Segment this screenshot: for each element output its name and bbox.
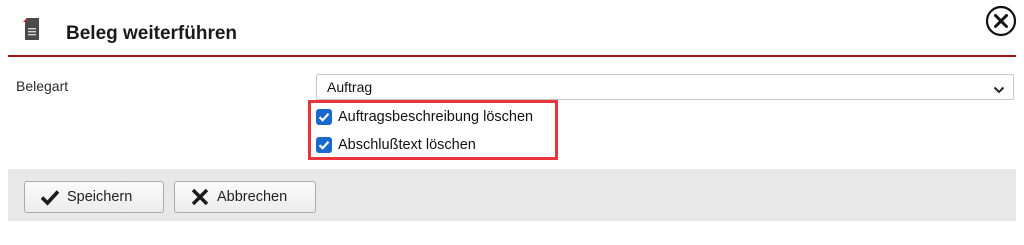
close-icon[interactable] [985,5,1017,37]
checkmark-icon [40,188,60,206]
belegart-select[interactable]: Auftrag [316,74,1014,100]
dialog-title: Beleg weiterführen [66,23,238,44]
cancel-button-label: Abbrechen [217,189,288,205]
option-abschlusstext-loeschen[interactable]: Abschlußtext löschen [316,135,476,155]
header-divider [8,55,1016,57]
option-label: Auftragsbeschreibung löschen [338,109,534,125]
dialog-header: Beleg weiterführen [0,0,1024,56]
dialog-footer: Speichern Abbrechen [8,169,1016,221]
cancel-button[interactable]: Abbrechen [174,181,316,213]
checkbox-checked[interactable] [316,137,332,153]
option-label: Abschlußtext löschen [338,137,476,153]
checkbox-checked[interactable] [316,109,332,125]
save-button-label: Speichern [67,189,133,205]
document-icon [22,17,42,41]
belegart-select-value: Auftrag [327,79,373,95]
x-icon [190,188,210,206]
chevron-down-icon [993,82,1005,94]
belegart-label: Belegart [16,78,69,94]
dialog: Beleg weiterführen Belegart Auftrag Auft… [0,0,1024,245]
option-auftragsbeschreibung-loeschen[interactable]: Auftragsbeschreibung löschen [316,107,533,127]
save-button[interactable]: Speichern [24,181,164,213]
